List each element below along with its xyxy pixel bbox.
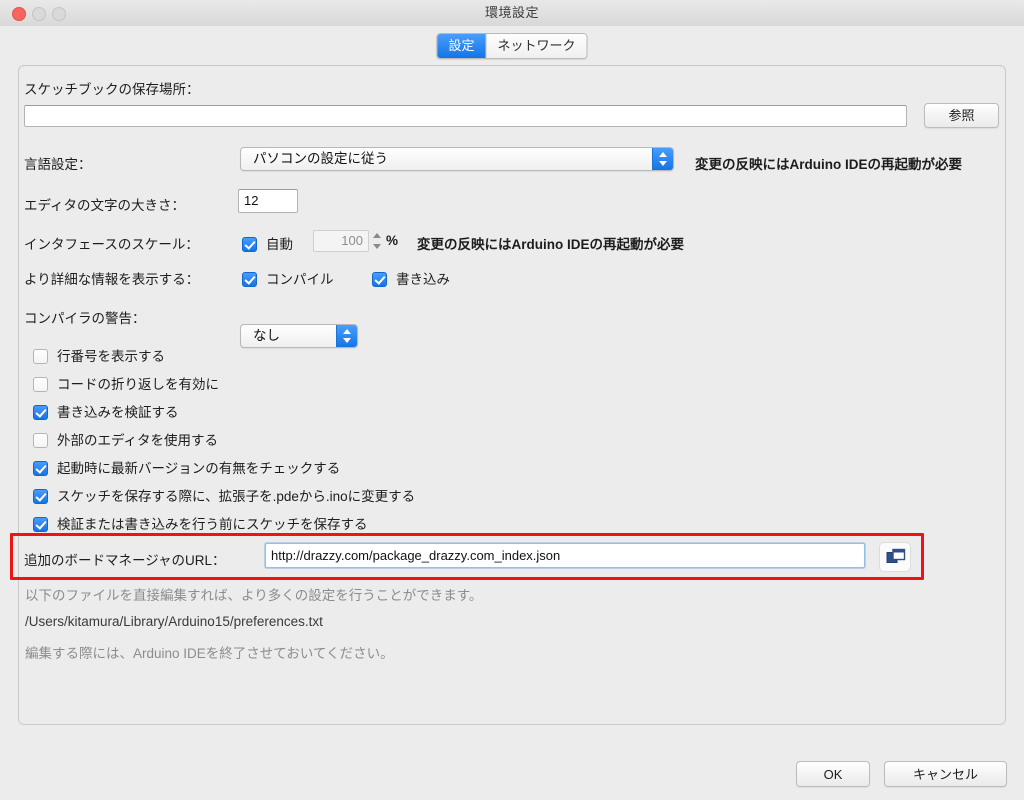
language-restart-note: 変更の反映にはArduino IDEの再起動が必要 <box>695 157 962 172</box>
checkbox-check-updates-on-startup[interactable]: 起動時に最新バージョンの有無をチェックする <box>33 457 340 477</box>
verbose-upload-checkbox[interactable]: 書き込み <box>372 268 450 288</box>
tab-settings[interactable]: 設定 <box>437 34 486 58</box>
board-manager-url-label: 追加のボードマネージャのURL： <box>24 553 226 568</box>
cancel-button[interactable]: キャンセル <box>884 761 1007 787</box>
tab-network[interactable]: ネットワーク <box>485 34 587 58</box>
checkbox-box <box>372 272 387 287</box>
sketchbook-location-input[interactable] <box>24 105 907 127</box>
interface-scale-unit: % <box>386 233 399 248</box>
checkbox-box <box>242 272 257 287</box>
language-select[interactable]: パソコンの設定に従う <box>240 147 674 171</box>
chevron-updown-icon <box>336 325 357 347</box>
browse-button[interactable]: 参照 <box>924 103 999 128</box>
checkbox-label: 行番号を表示する <box>57 349 165 364</box>
checkbox-label: 起動時に最新バージョンの有無をチェックする <box>57 461 341 476</box>
interface-scale-label: インタフェースのスケール： <box>24 237 199 252</box>
copy-windows-icon <box>886 548 906 563</box>
chevron-updown-icon <box>652 148 673 170</box>
language-select-value: パソコンの設定に従う <box>253 151 388 166</box>
interface-scale-input[interactable]: 100 <box>313 230 369 252</box>
interface-scale-stepper[interactable] <box>371 230 384 257</box>
verbose-compile-label: コンパイル <box>266 272 334 287</box>
interface-scale-restart-note: 変更の反映にはArduino IDEの再起動が必要 <box>417 237 684 252</box>
verbose-upload-label: 書き込み <box>396 272 450 287</box>
checkbox-label: コードの折り返しを有効に <box>57 377 219 392</box>
tab-strip: 設定 ネットワーク <box>0 26 1024 64</box>
window-titlebar: 環境設定 <box>0 0 1024 27</box>
checkbox-box <box>33 433 48 448</box>
checkbox-display-line-numbers[interactable]: 行番号を表示する <box>33 345 165 365</box>
compiler-warnings-value: なし <box>253 328 280 343</box>
checkbox-label: スケッチを保存する際に、拡張子を.pdeから.inoに変更する <box>57 489 416 504</box>
checkbox-box <box>33 377 48 392</box>
preferences-window: 環境設定 設定 ネットワーク スケッチブックの保存場所： 参照 言語設定： パソ… <box>0 0 1024 800</box>
editor-font-size-label: エディタの文字の大きさ： <box>24 198 186 213</box>
preferences-file-path: /Users/kitamura/Library/Arduino15/prefer… <box>25 614 323 629</box>
ok-button[interactable]: OK <box>796 761 870 787</box>
checkbox-update-sketch-extension[interactable]: スケッチを保存する際に、拡張子を.pdeから.inoに変更する <box>33 485 415 505</box>
compiler-warnings-select[interactable]: なし <box>240 324 358 348</box>
editor-font-size-input[interactable]: 12 <box>238 189 298 213</box>
verbose-output-label: より詳細な情報を表示する： <box>24 272 200 287</box>
footer-note-line-3: 編集する際には、Arduino IDEを終了させておいてください。 <box>25 646 394 661</box>
checkbox-verify-after-upload[interactable]: 書き込みを検証する <box>33 401 179 421</box>
checkbox-box <box>33 517 48 532</box>
interface-scale-auto-label: 自動 <box>266 237 293 252</box>
sketchbook-location-label: スケッチブックの保存場所： <box>24 82 200 97</box>
stepper-arrows-icon <box>371 230 384 252</box>
checkbox-box <box>33 349 48 364</box>
checkbox-enable-code-folding[interactable]: コードの折り返しを有効に <box>33 373 219 393</box>
compiler-warnings-label: コンパイラの警告： <box>24 311 146 326</box>
checkbox-label: 書き込みを検証する <box>57 405 179 420</box>
checkbox-box <box>242 237 257 252</box>
checkbox-box <box>33 405 48 420</box>
settings-panel: スケッチブックの保存場所： 参照 言語設定： パソコンの設定に従う 変更の反映に… <box>18 65 1006 725</box>
language-label: 言語設定： <box>24 157 92 172</box>
window-title: 環境設定 <box>484 5 539 20</box>
tab-group: 設定 ネットワーク <box>436 33 588 59</box>
interface-scale-auto-checkbox[interactable]: 自動 <box>242 233 293 253</box>
checkbox-use-external-editor[interactable]: 外部のエディタを使用する <box>33 429 218 449</box>
footer-note-line-1: 以下のファイルを直接編集すれば、より多くの設定を行うことができます。 <box>25 588 483 603</box>
checkbox-box <box>33 489 48 504</box>
board-manager-url-copy-button[interactable] <box>879 542 911 572</box>
checkbox-label: 外部のエディタを使用する <box>57 433 219 448</box>
checkbox-box <box>33 461 48 476</box>
checkbox-save-when-verifying[interactable]: 検証または書き込みを行う前にスケッチを保存する <box>33 513 368 533</box>
checkbox-label: 検証または書き込みを行う前にスケッチを保存する <box>57 517 368 532</box>
board-manager-url-input[interactable]: http://drazzy.com/package_drazzy.com_ind… <box>265 543 865 568</box>
verbose-compile-checkbox[interactable]: コンパイル <box>242 268 334 288</box>
